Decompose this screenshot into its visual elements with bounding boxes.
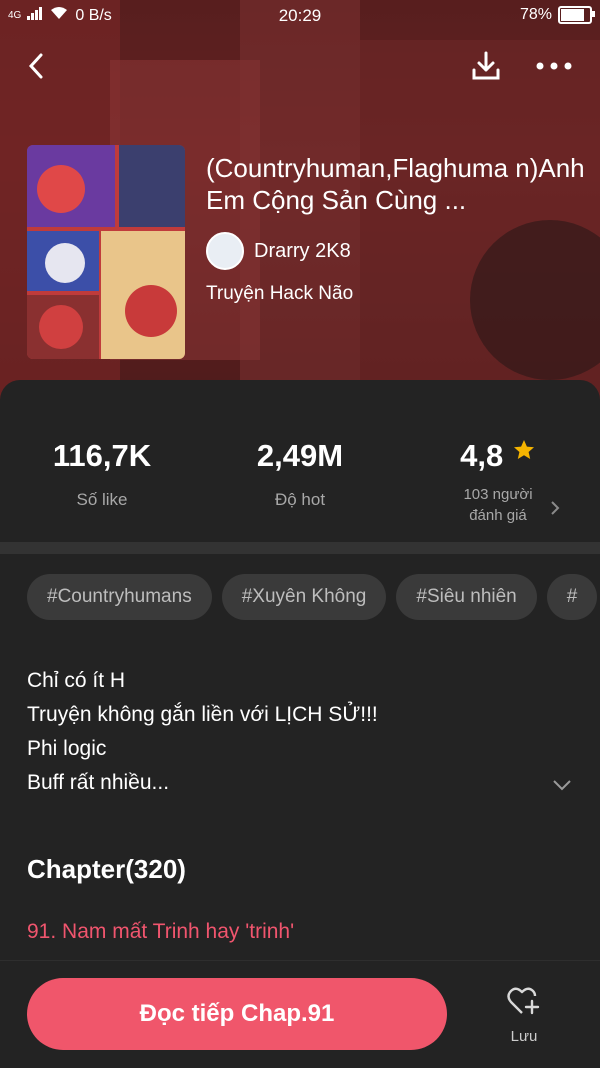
clock: 20:29 bbox=[278, 6, 322, 25]
author-name: Drarry 2K8 bbox=[254, 239, 351, 262]
battery-percent: 78% bbox=[519, 6, 552, 23]
tag-more[interactable]: # bbox=[546, 574, 598, 620]
comic-genre[interactable]: Truyện Hack Não bbox=[206, 283, 353, 305]
tag-list: #Countryhumans #Xuyên Không #Siêu nhiên # bbox=[27, 574, 600, 622]
status-bar: 4G 0 B/s 20:29 78% bbox=[0, 0, 600, 34]
chevron-down-icon bbox=[553, 780, 571, 791]
stat-rating[interactable]: 4,8 103 người đánh giá bbox=[398, 438, 598, 526]
rating-label: 103 người đánh giá bbox=[398, 484, 598, 526]
more-dots-icon bbox=[536, 62, 572, 70]
tag-xuyen-khong[interactable]: #Xuyên Không bbox=[221, 574, 387, 620]
stat-hot: 2,49M Độ hot bbox=[200, 438, 400, 510]
latest-chapter-link[interactable]: 91. Nam mất Trinh hay 'trinh' bbox=[27, 920, 294, 944]
expand-description-button[interactable] bbox=[552, 778, 572, 796]
hot-label: Độ hot bbox=[274, 490, 326, 509]
likes-label: Số like bbox=[76, 490, 128, 509]
continue-reading-button[interactable]: Đọc tiếp Chap.91 bbox=[27, 978, 447, 1050]
description-line: Phi logic bbox=[27, 737, 107, 760]
author-avatar bbox=[206, 232, 244, 270]
tag-countryhumans[interactable]: #Countryhumans bbox=[27, 574, 212, 620]
download-button[interactable] bbox=[464, 44, 508, 88]
battery-icon bbox=[558, 6, 595, 24]
chapter-heading: Chapter(320) bbox=[27, 854, 186, 884]
tag-sieu-nhien[interactable]: #Siêu nhiên bbox=[396, 574, 537, 620]
rating-value: 4,8 bbox=[460, 438, 504, 473]
save-button[interactable]: Lưu bbox=[496, 985, 552, 1045]
stat-likes: 116,7K Số like bbox=[2, 438, 202, 510]
description-line: Truyện không gắn liền với LỊCH SỬ!!! bbox=[27, 703, 378, 726]
heart-plus-icon bbox=[507, 987, 540, 1015]
top-action-bar bbox=[0, 44, 600, 90]
stats-row: 116,7K Số like 2,49M Độ hot 4,8 103 ngườ… bbox=[0, 380, 600, 540]
likes-count: 116,7K bbox=[52, 438, 152, 473]
hot-count: 2,49M bbox=[256, 438, 344, 473]
rating-value-row: 4,8 bbox=[398, 438, 598, 474]
comic-title: (Countryhuman,Flaghuma n)Anh Em Cộng Sản… bbox=[206, 153, 585, 215]
chevron-left-icon bbox=[28, 53, 43, 79]
description: Chỉ có ít H Truyện không gắn liền với LỊ… bbox=[27, 664, 547, 800]
star-icon bbox=[513, 440, 534, 459]
download-icon bbox=[472, 51, 500, 80]
chevron-right-icon bbox=[551, 501, 560, 515]
bottom-action-bar: Đọc tiếp Chap.91 Lưu bbox=[0, 960, 600, 1068]
rating-count-label-2: đánh giá bbox=[469, 507, 527, 524]
section-divider bbox=[0, 542, 600, 554]
more-options-button[interactable] bbox=[532, 44, 576, 88]
comic-cover-image bbox=[27, 145, 185, 359]
save-label: Lưu bbox=[510, 1028, 538, 1045]
description-line: Buff rất nhiều... bbox=[27, 771, 170, 794]
author-row[interactable]: Drarry 2K8 bbox=[206, 232, 351, 270]
rating-count-label: 103 người bbox=[463, 486, 533, 503]
back-button[interactable] bbox=[14, 44, 58, 88]
description-line: Chỉ có ít H bbox=[27, 669, 126, 692]
